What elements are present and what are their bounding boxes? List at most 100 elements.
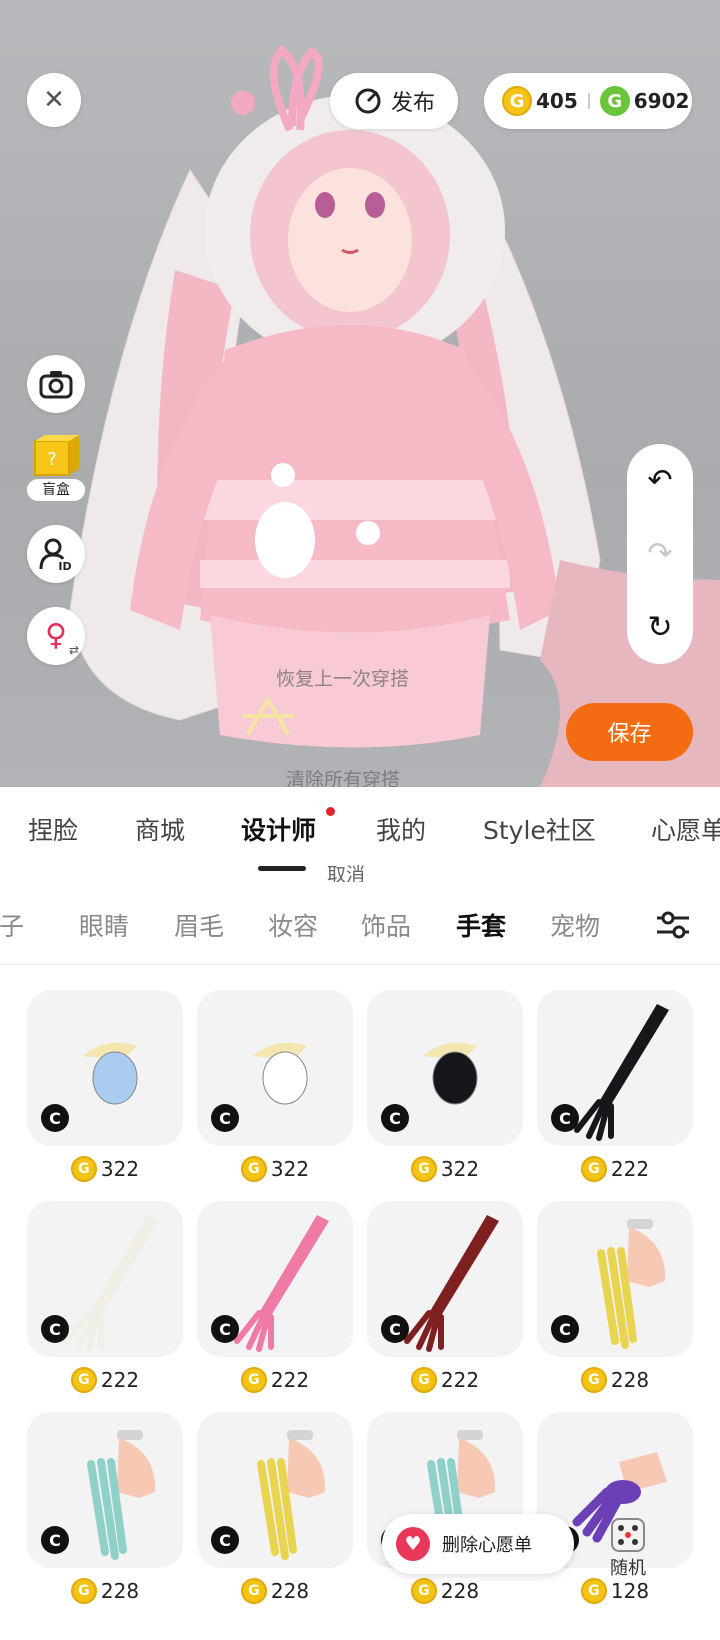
- notification-dot: [326, 807, 335, 816]
- creator-badge-icon: C: [211, 1315, 239, 1343]
- undo-icon[interactable]: ↶: [647, 463, 672, 498]
- gold-coin-icon: G: [502, 86, 532, 116]
- tab-shoes[interactable]: 鞋子: [0, 907, 24, 943]
- item-price-value: 222: [440, 1368, 480, 1392]
- gem-balance: 6902: [633, 89, 690, 113]
- clear-outfit-icon: [242, 696, 294, 736]
- item-price-value: 322: [440, 1157, 480, 1181]
- item-price: G 222: [197, 1367, 353, 1393]
- redo-icon[interactable]: ↷: [647, 536, 672, 571]
- dice-icon: [611, 1518, 645, 1552]
- item-price: G 322: [27, 1156, 183, 1182]
- tab-eyes[interactable]: 眼睛: [79, 907, 129, 943]
- item-thumbnail[interactable]: C: [537, 990, 693, 1146]
- item-thumbnail[interactable]: C: [367, 1201, 523, 1357]
- tab-pets[interactable]: 宠物: [550, 907, 600, 943]
- history-controls: ↶ ↷ ↻: [627, 444, 693, 664]
- creator-badge-icon: C: [41, 1104, 69, 1132]
- close-button[interactable]: ✕: [27, 73, 81, 127]
- item-price: G 222: [537, 1156, 693, 1182]
- category-tabs: 鞋子 眼睛 眉毛 妆容 饰品 手套 宠物: [0, 882, 720, 965]
- item-price: G 222: [27, 1367, 183, 1393]
- glove-item[interactable]: CG228: [27, 1412, 183, 1623]
- item-price-value: 228: [100, 1579, 140, 1603]
- random-label: 随机: [610, 1558, 646, 1579]
- tab-mine[interactable]: 我的: [376, 811, 426, 847]
- blindbox-button[interactable]: ? 盲盒: [27, 435, 85, 501]
- item-thumbnail[interactable]: C: [197, 1201, 353, 1357]
- glove-item[interactable]: C G 222: [367, 1201, 523, 1412]
- gold-coin-icon: G: [240, 1367, 267, 1393]
- tab-mall[interactable]: 商城: [135, 811, 185, 847]
- gold-balance: 405: [536, 89, 578, 113]
- currency-balance[interactable]: G 405 G 6902: [484, 73, 692, 129]
- gold-coin-icon: G: [410, 1578, 437, 1604]
- tab-eyebrows[interactable]: 眉毛: [174, 907, 224, 943]
- glove-item[interactable]: C G 222: [537, 990, 693, 1201]
- glove-item[interactable]: CG228: [197, 1412, 353, 1623]
- svg-text:ID: ID: [58, 560, 71, 571]
- tab-accessories[interactable]: 饰品: [361, 907, 411, 943]
- item-price: G 228: [197, 1578, 353, 1604]
- gold-coin-icon: G: [70, 1578, 97, 1604]
- gold-coin-icon: G: [410, 1367, 437, 1393]
- item-price-value: 228: [610, 1368, 650, 1392]
- tab-style-community[interactable]: Style社区: [483, 811, 596, 847]
- item-thumbnail[interactable]: C: [197, 1412, 353, 1568]
- gold-coin-icon: G: [580, 1156, 607, 1182]
- tab-gloves[interactable]: 手套: [456, 907, 506, 943]
- creator-badge-icon: C: [41, 1526, 69, 1554]
- glove-item[interactable]: C G 222: [197, 1201, 353, 1412]
- item-thumbnail[interactable]: C: [27, 990, 183, 1146]
- gem-coin-icon: G: [599, 86, 630, 116]
- item-price-value: 228: [270, 1579, 310, 1603]
- glove-item[interactable]: C G 222: [27, 1201, 183, 1412]
- blindbox-label: 盲盒: [27, 479, 85, 501]
- delete-wishlist-label: 删除心愿单: [442, 1535, 532, 1556]
- gold-coin-icon: G: [70, 1156, 97, 1182]
- item-price: G 228: [537, 1367, 693, 1393]
- item-price: G 228: [367, 1578, 523, 1604]
- item-thumbnail[interactable]: C: [367, 990, 523, 1146]
- creator-badge-icon: C: [381, 1315, 409, 1343]
- svg-text:?: ?: [47, 449, 57, 470]
- publish-icon: [355, 88, 381, 114]
- glove-item[interactable]: C G 322: [367, 990, 523, 1201]
- glove-item[interactable]: C G228: [537, 1201, 693, 1412]
- creator-badge-icon: C: [211, 1104, 239, 1132]
- delete-wishlist-button[interactable]: ♥ 删除心愿单: [382, 1514, 574, 1574]
- filter-icon[interactable]: [655, 910, 691, 940]
- gender-switch-button[interactable]: ♀ ⇄: [27, 607, 85, 665]
- creator-badge-icon: C: [551, 1104, 579, 1132]
- gold-coin-icon: G: [240, 1578, 267, 1604]
- item-thumbnail[interactable]: C: [27, 1412, 183, 1568]
- item-thumbnail[interactable]: C: [537, 1201, 693, 1357]
- creator-badge-icon: C: [41, 1315, 69, 1343]
- glove-item[interactable]: C G 322: [197, 990, 353, 1201]
- publish-button[interactable]: 发布: [330, 73, 458, 129]
- random-button[interactable]: 随机: [592, 1508, 664, 1588]
- active-tab-indicator: [258, 866, 306, 871]
- camera-button[interactable]: [27, 355, 85, 413]
- camera-icon: [39, 371, 73, 399]
- tab-designer[interactable]: 设计师: [241, 811, 316, 847]
- reset-icon[interactable]: ↻: [647, 610, 672, 645]
- item-price: G 228: [27, 1578, 183, 1604]
- gold-coin-icon: G: [410, 1156, 437, 1182]
- glove-item[interactable]: C G 322: [27, 990, 183, 1201]
- tab-wishlist[interactable]: 心愿单: [651, 811, 720, 847]
- tab-makeup[interactable]: 妆容: [268, 907, 318, 943]
- tab-face[interactable]: 捏脸: [28, 811, 78, 847]
- item-thumbnail[interactable]: C: [27, 1201, 183, 1357]
- item-price-value: 322: [270, 1157, 310, 1181]
- creator-badge-icon: C: [381, 1104, 409, 1132]
- restore-last-outfit[interactable]: 恢复上一次穿搭: [276, 664, 409, 691]
- gold-coin-icon: G: [70, 1367, 97, 1393]
- heart-icon: ♥: [396, 1527, 430, 1561]
- item-price-value: 222: [270, 1368, 310, 1392]
- avatar-id-button[interactable]: ID: [27, 525, 85, 583]
- creator-badge-icon: C: [551, 1315, 579, 1343]
- close-icon: ✕: [43, 85, 65, 115]
- item-thumbnail[interactable]: C: [197, 990, 353, 1146]
- save-button[interactable]: 保存: [566, 703, 693, 761]
